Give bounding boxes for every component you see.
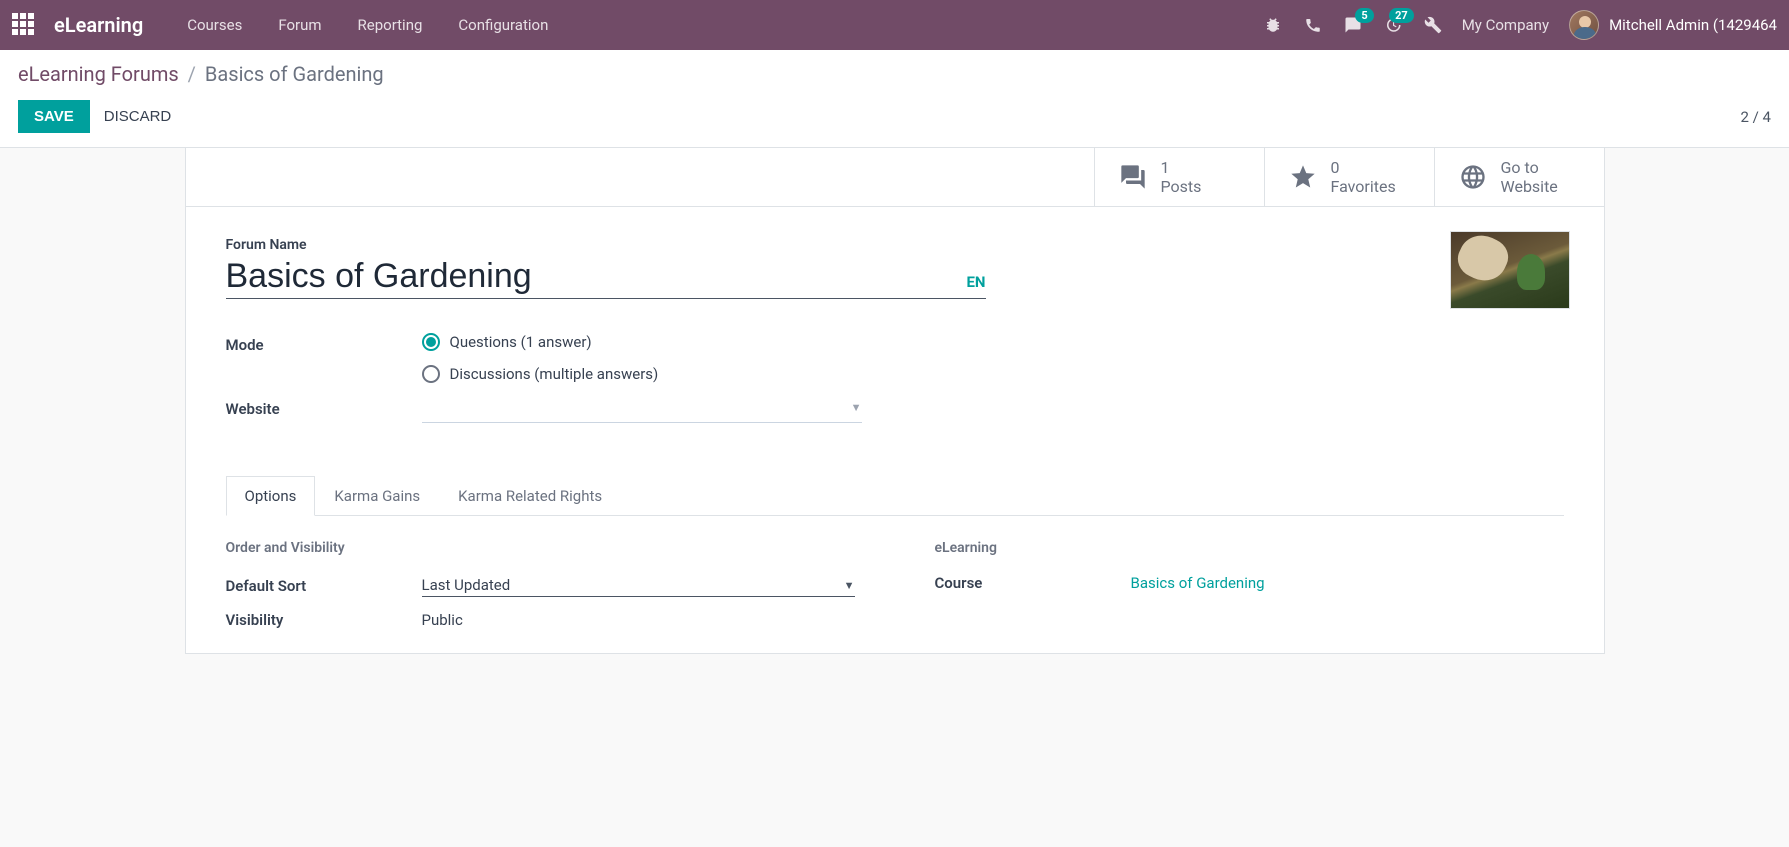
lang-button[interactable]: EN — [966, 273, 985, 291]
website-label: Website — [226, 397, 422, 418]
default-sort-select[interactable]: Last Updated ▼ — [422, 574, 855, 597]
course-label: Course — [935, 574, 1131, 592]
stat-goto-l2: Website — [1501, 177, 1558, 196]
username: Mitchell Admin (1429464 — [1609, 16, 1777, 34]
tools-icon[interactable] — [1424, 16, 1442, 34]
nav-configuration[interactable]: Configuration — [444, 10, 562, 40]
top-navbar: eLearning Courses Forum Reporting Config… — [0, 0, 1789, 50]
stat-goto-l1: Go to — [1501, 158, 1558, 177]
tab-content-options: Order and Visibility Default Sort Last U… — [186, 516, 1604, 653]
user-menu[interactable]: Mitchell Admin (1429464 — [1569, 10, 1777, 40]
visibility-label: Visibility — [226, 611, 422, 629]
forum-image[interactable] — [1450, 231, 1570, 309]
default-sort-label: Default Sort — [226, 577, 422, 595]
messages-icon[interactable]: 5 — [1344, 16, 1362, 34]
forum-name-label: Forum Name — [226, 237, 986, 253]
nav-reporting[interactable]: Reporting — [344, 10, 437, 40]
brand[interactable]: eLearning — [54, 13, 143, 37]
breadcrumb-current: Basics of Gardening — [205, 62, 384, 86]
company-selector[interactable]: My Company — [1462, 16, 1549, 34]
stat-favorites[interactable]: 0 Favorites — [1264, 148, 1434, 206]
comments-icon — [1119, 163, 1147, 191]
radio-questions-label: Questions (1 answer) — [450, 333, 592, 351]
bug-icon[interactable] — [1264, 16, 1282, 34]
star-icon — [1289, 163, 1317, 191]
breadcrumb-parent[interactable]: eLearning Forums — [18, 62, 179, 86]
tab-karma-gains[interactable]: Karma Gains — [315, 476, 439, 516]
activities-icon[interactable]: 27 — [1384, 16, 1402, 34]
phone-icon[interactable] — [1304, 16, 1322, 34]
forum-name-input[interactable] — [226, 257, 951, 296]
radio-discussions[interactable]: Discussions (multiple answers) — [422, 365, 986, 383]
messages-badge: 5 — [1355, 8, 1373, 23]
section-order-visibility: Order and Visibility — [226, 540, 855, 556]
chevron-down-icon: ▼ — [844, 579, 855, 592]
visibility-value: Public — [422, 611, 855, 629]
website-select[interactable]: ▼ — [422, 397, 862, 423]
nav-courses[interactable]: Courses — [173, 10, 256, 40]
tab-options[interactable]: Options — [226, 476, 316, 516]
discard-button[interactable]: DISCARD — [104, 108, 172, 125]
nav-icons: 5 27 — [1264, 16, 1442, 34]
stat-posts-value: 1 — [1161, 158, 1202, 177]
stat-fav-value: 0 — [1331, 158, 1396, 177]
globe-icon — [1459, 163, 1487, 191]
nav-menu: Courses Forum Reporting Configuration — [173, 10, 562, 40]
stat-posts[interactable]: 1 Posts — [1094, 148, 1264, 206]
stat-bar: 1 Posts 0 Favorites Go to Website — [186, 148, 1604, 207]
radio-circle-checked — [422, 333, 440, 351]
section-elearning: eLearning — [935, 540, 1564, 556]
activities-badge: 27 — [1389, 8, 1414, 23]
tabs: Options Karma Gains Karma Related Rights — [226, 475, 1564, 516]
default-sort-value: Last Updated — [422, 576, 511, 594]
form-sheet: 1 Posts 0 Favorites Go to Website — [185, 148, 1605, 654]
stat-fav-label: Favorites — [1331, 177, 1396, 196]
pager[interactable]: 2 / 4 — [1741, 108, 1772, 126]
apps-icon[interactable] — [12, 13, 36, 37]
course-link[interactable]: Basics of Gardening — [1131, 574, 1265, 592]
control-panel: eLearning Forums / Basics of Gardening S… — [0, 50, 1789, 148]
stat-posts-label: Posts — [1161, 177, 1202, 196]
radio-circle — [422, 365, 440, 383]
radio-discussions-label: Discussions (multiple answers) — [450, 365, 659, 383]
radio-questions[interactable]: Questions (1 answer) — [422, 333, 986, 351]
save-button[interactable]: SAVE — [18, 100, 90, 133]
stat-goto-website[interactable]: Go to Website — [1434, 148, 1604, 206]
breadcrumb: eLearning Forums / Basics of Gardening — [18, 62, 1771, 86]
chevron-down-icon: ▼ — [851, 401, 862, 418]
tab-karma-rights[interactable]: Karma Related Rights — [439, 476, 621, 516]
nav-forum[interactable]: Forum — [264, 10, 335, 40]
mode-label: Mode — [226, 333, 422, 354]
avatar — [1569, 10, 1599, 40]
